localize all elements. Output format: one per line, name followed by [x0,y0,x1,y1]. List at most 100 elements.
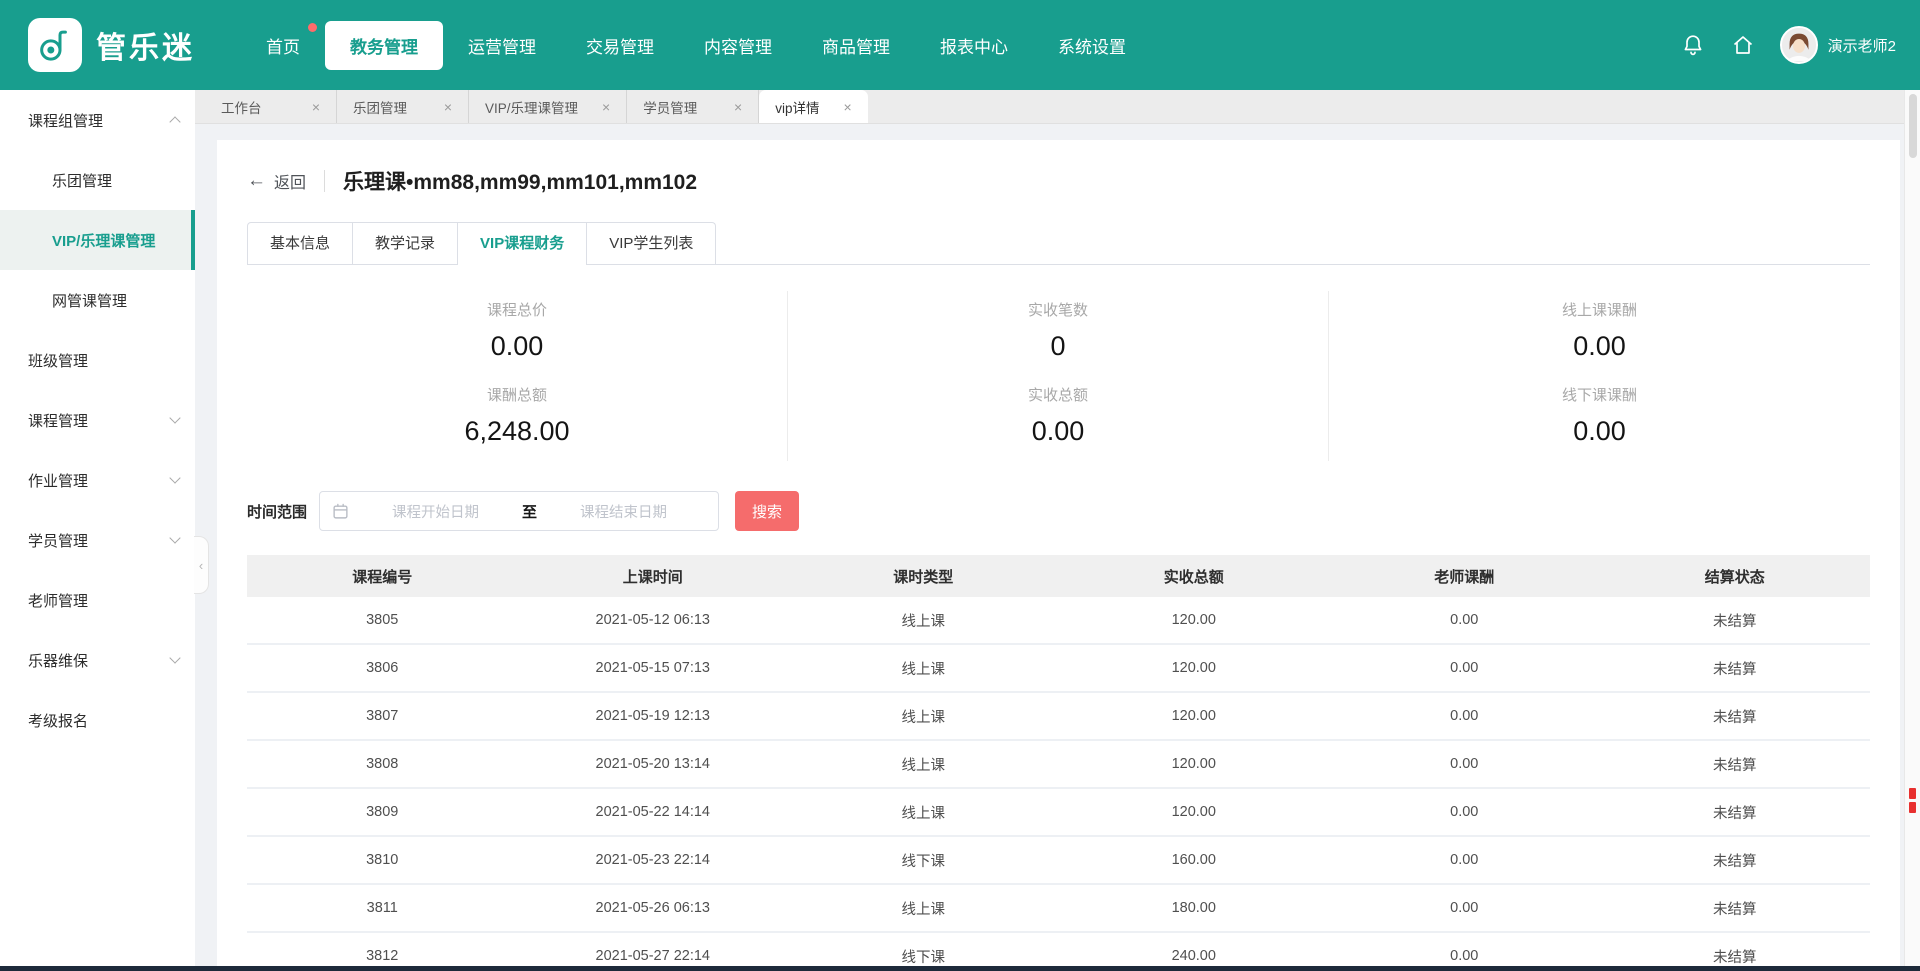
user-menu[interactable]: 演示老师2 [1780,26,1896,64]
nav-item-label: 内容管理 [704,38,772,57]
stat-value: 0.00 [1329,331,1870,362]
date-range-input[interactable]: 课程开始日期 至 课程结束日期 [319,491,719,531]
table-cell: 未结算 [1600,898,1871,919]
stat-value: 0.00 [247,331,787,362]
table-cell: 120.00 [1059,660,1330,676]
nav-item[interactable]: 首页 [241,21,325,70]
filter-bar: 时间范围 课程开始日期 至 课程结束日期 [247,491,1870,531]
tab-close-icon[interactable]: × [444,100,452,114]
table-cell: 未结算 [1600,802,1871,823]
table-cell: 3805 [247,612,518,628]
table-cell: 2021-05-22 14:14 [518,804,789,820]
tab-close-icon[interactable]: × [312,100,320,114]
table-cell: 2021-05-23 22:14 [518,852,789,868]
nav-item[interactable]: 商品管理 [797,21,915,70]
sidebar-item[interactable]: 老师管理 [0,570,195,630]
sidebar-item[interactable]: 课程组管理 [0,90,195,150]
table-row[interactable]: 38072021-05-19 12:13线上课120.000.00未结算 [247,693,1870,741]
notification-dot-icon [308,23,317,32]
stats-panel: 课程总价0.00实收笔数0线上课课酬0.00课酬总额6,248.00实收总额0.… [247,265,1870,471]
table-cell: 3806 [247,660,518,676]
tab-close-icon[interactable]: × [602,100,610,114]
sidebar-item[interactable]: 考级报名 [0,690,195,750]
table-cell: 未结算 [1600,706,1871,727]
sidebar-item-label: 班级管理 [28,350,88,371]
sidebar-item[interactable]: 乐团管理 [0,150,195,210]
window-tab[interactable]: 乐团管理× [337,90,469,123]
nav-item[interactable]: 运营管理 [443,21,561,70]
table-cell: 未结算 [1600,610,1871,631]
sidebar-item-label: VIP/乐理课管理 [52,230,155,251]
table-header-cell: 上课时间 [518,566,789,587]
table-cell: 线下课 [788,850,1059,871]
detail-tab[interactable]: 教学记录 [352,222,458,264]
table-cell: 未结算 [1600,754,1871,775]
stat-label: 课程总价 [247,299,787,320]
table-cell: 0.00 [1329,756,1600,772]
bell-icon[interactable] [1680,32,1706,58]
calendar-icon [332,503,349,520]
table-cell: 线上课 [788,706,1059,727]
table-cell: 0.00 [1329,900,1600,916]
sidebar-item[interactable]: 作业管理 [0,450,195,510]
tab-close-icon[interactable]: × [843,100,851,114]
table-header-cell: 课时类型 [788,566,1059,587]
chevron-down-icon [169,412,180,423]
table-cell: 2021-05-19 12:13 [518,708,789,724]
nav-right: 演示老师2 [1680,26,1896,64]
table-cell: 0.00 [1329,948,1600,964]
sidebar-item-label: 乐团管理 [52,170,112,191]
stat-item: 实收总额0.00 [788,376,1329,461]
sidebar-item[interactable]: 网管课管理 [0,270,195,330]
nav-item[interactable]: 内容管理 [679,21,797,70]
sidebar-item[interactable]: 班级管理 [0,330,195,390]
tab-close-icon[interactable]: × [734,100,742,114]
table-cell: 2021-05-27 22:14 [518,948,789,964]
window-tab[interactable]: 学员管理 × [627,90,759,123]
nav-item[interactable]: 系统设置 [1033,21,1151,70]
table-cell: 3808 [247,756,518,772]
page-scrollbar[interactable] [1904,90,1920,966]
table-cell: 3810 [247,852,518,868]
chevron-down-icon [169,652,180,663]
table-row[interactable]: 38082021-05-20 13:14线上课120.000.00未结算 [247,741,1870,789]
home-icon[interactable] [1730,32,1756,58]
window-tab-label: 学员管理 [643,97,697,117]
detail-tab[interactable]: VIP学生列表 [586,222,716,264]
sidebar-item[interactable]: 课程管理 [0,390,195,450]
user-name: 演示老师2 [1828,35,1896,56]
table-row[interactable]: 38102021-05-23 22:14线下课160.000.00未结算 [247,837,1870,885]
detail-tab[interactable]: VIP课程财务 [457,222,587,264]
window-tab[interactable]: vip详情× [759,90,867,123]
nav-item[interactable]: 交易管理 [561,21,679,70]
scrollbar-thumb[interactable] [1909,94,1917,158]
sidebar-item[interactable]: 学员管理 [0,510,195,570]
window-tab[interactable]: VIP/乐理课管理× [469,90,627,123]
window-tab-label: 工作台 [221,97,262,117]
sidebar-item[interactable]: 乐器维保 [0,630,195,690]
table-row[interactable]: 38112021-05-26 06:13线上课180.000.00未结算 [247,885,1870,933]
sidebar: 课程组管理乐团管理 VIP/乐理课管理网管课管理班级管理课程管理作业管理学员管理老… [0,90,195,971]
sidebar-item[interactable]: VIP/乐理课管理 [0,210,195,270]
nav-item[interactable]: 报表中心 [915,21,1033,70]
table-cell: 线上课 [788,898,1059,919]
back-button[interactable]: ← 返回 [247,169,306,193]
sidebar-item-label: 网管课管理 [52,290,127,311]
stat-value: 6,248.00 [247,416,787,447]
back-label: 返回 [274,169,306,193]
sidebar-item-label: 作业管理 [28,470,88,491]
window-tab[interactable]: 工作台 × [205,90,337,123]
table-row[interactable]: 38062021-05-15 07:13线上课120.000.00未结算 [247,645,1870,693]
table-cell: 120.00 [1059,756,1330,772]
search-button[interactable]: 搜索 [735,491,799,531]
table-row[interactable]: 38052021-05-12 06:13线上课120.000.00未结算 [247,597,1870,645]
detail-card: ← 返回 乐理课•mm88,mm99,mm101,mm102 基本信息教学记录V… [217,140,1900,971]
stat-label: 线下课课酬 [1329,384,1870,405]
stat-item: 课酬总额6,248.00 [247,376,788,461]
detail-tab[interactable]: 基本信息 [247,222,353,264]
nav-item[interactable]: 教务管理 [325,21,443,70]
table-cell: 120.00 [1059,708,1330,724]
table-row[interactable]: 38092021-05-22 14:14线上课120.000.00未结算 [247,789,1870,837]
table-cell: 2021-05-26 06:13 [518,900,789,916]
sidebar-collapse-handle[interactable]: ‹ [194,536,209,594]
